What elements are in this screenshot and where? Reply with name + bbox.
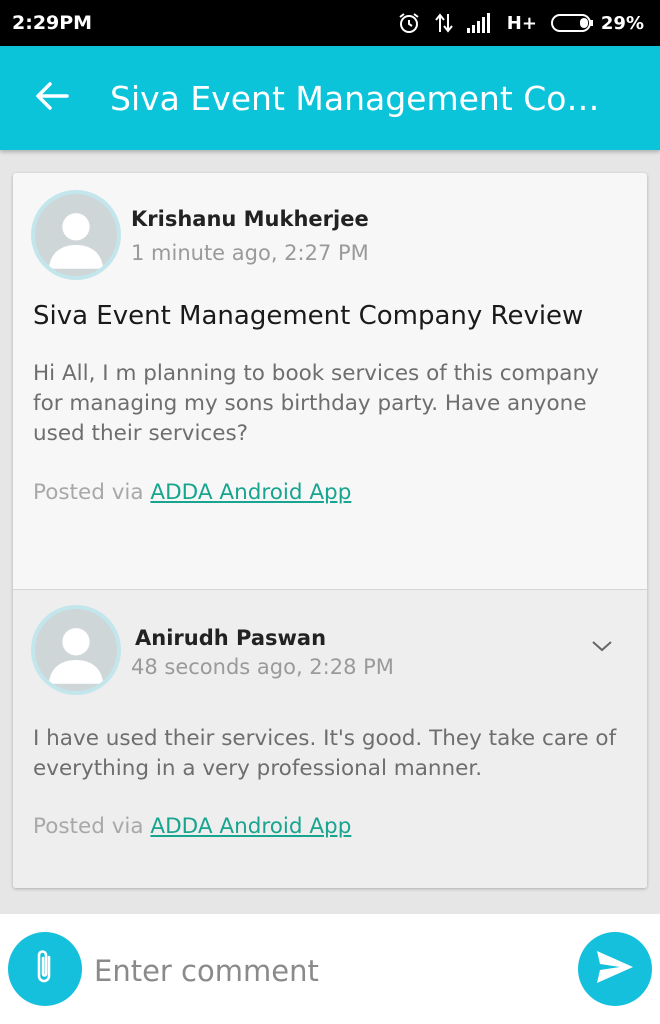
posted-via-label: Posted via — [33, 814, 151, 839]
posted-via-link[interactable]: ADDA Android App — [150, 814, 351, 839]
posted-via: Posted via ADDA Android App — [33, 814, 351, 839]
paperclip-icon — [30, 947, 60, 991]
comment-composer — [0, 914, 660, 1024]
send-icon — [595, 949, 635, 989]
post-author[interactable]: Krishanu Mukherjee — [131, 207, 369, 231]
posted-via-link[interactable]: ADDA Android App — [150, 480, 351, 505]
app-bar: Siva Event Management Com... — [0, 46, 660, 150]
post-title: Siva Event Management Company Review — [33, 301, 584, 331]
status-time: 2:29PM — [12, 12, 93, 34]
comment: Anirudh Paswan 48 seconds ago, 2:28 PM I… — [13, 590, 647, 888]
send-button[interactable] — [578, 932, 652, 1006]
post: Krishanu Mukherjee 1 minute ago, 2:27 PM… — [13, 173, 647, 590]
status-bar: 2:29PM H+ 29% — [0, 0, 660, 46]
battery-icon — [550, 13, 595, 33]
posted-via: Posted via ADDA Android App — [33, 480, 351, 505]
battery-indicator: 29% — [550, 12, 644, 34]
arrow-left-icon — [35, 81, 69, 115]
attach-button[interactable] — [8, 932, 82, 1006]
back-button[interactable] — [22, 68, 82, 128]
avatar[interactable] — [31, 605, 121, 695]
user-placeholder-icon — [48, 213, 104, 269]
chevron-down-icon — [592, 641, 612, 652]
post-timestamp: 1 minute ago, 2:27 PM — [131, 241, 369, 265]
network-type: H+ — [506, 12, 537, 34]
avatar[interactable] — [31, 190, 121, 280]
comment-timestamp: 48 seconds ago, 2:28 PM — [131, 655, 394, 679]
comment-menu-button[interactable] — [587, 634, 617, 658]
comment-body: I have used their services. It's good. T… — [33, 726, 617, 781]
page-title: Siva Event Management Com... — [110, 78, 630, 118]
comment-input[interactable] — [92, 944, 566, 998]
comment-author[interactable]: Anirudh Paswan — [135, 626, 326, 650]
alarm-icon — [397, 11, 421, 35]
user-placeholder-icon — [48, 628, 104, 684]
discussion-card: Krishanu Mukherjee 1 minute ago, 2:27 PM… — [13, 173, 647, 888]
posted-via-label: Posted via — [33, 480, 151, 505]
status-icons: H+ 29% — [397, 11, 644, 35]
signal-icon — [466, 13, 493, 33]
post-body: Hi All, I m planning to book services of… — [33, 361, 599, 446]
battery-level: 29% — [600, 12, 644, 34]
data-transfer-icon — [434, 12, 453, 34]
